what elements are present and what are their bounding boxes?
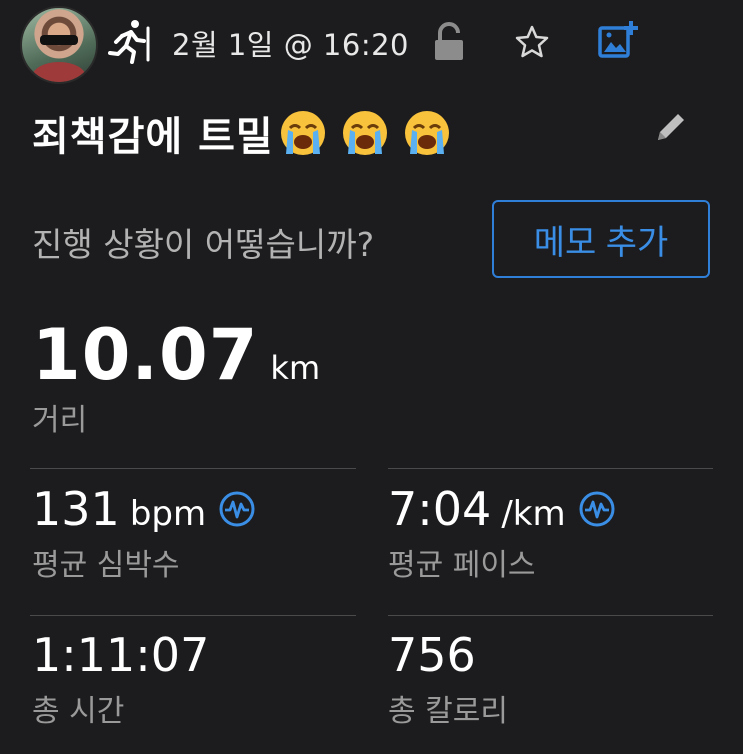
heart-rate-icon[interactable] xyxy=(578,490,616,528)
activity-title: 죄책감에 트밀 xyxy=(32,114,274,160)
distance-unit: km xyxy=(270,349,321,387)
heart-rate-unit: bpm xyxy=(129,494,207,534)
avg-heart-rate-stat[interactable]: 131 bpm 평균 심박수 xyxy=(32,482,256,584)
calories-value: 756 xyxy=(388,628,476,682)
add-memo-button[interactable]: 메모 추가 xyxy=(492,200,710,278)
divider xyxy=(30,615,356,616)
heart-rate-value: 131 xyxy=(32,482,120,536)
distance-stat: 10.07 km xyxy=(32,314,320,396)
activity-datetime: 2월 1일 @ 16:20 xyxy=(172,28,409,62)
total-time-stat[interactable]: 1:11:07 총 시간 xyxy=(32,628,209,730)
emoji-group xyxy=(278,108,452,158)
avg-pace-stat[interactable]: 7:04 /km 평균 페이스 xyxy=(388,482,616,584)
activity-title-row: 죄책감에 트밀 xyxy=(32,104,452,162)
pace-value: 7:04 xyxy=(388,482,492,536)
heart-rate-label: 평균 심박수 xyxy=(32,548,180,583)
pace-unit: /km xyxy=(501,494,566,534)
calories-label: 총 칼로리 xyxy=(388,694,508,729)
divider xyxy=(388,615,713,616)
pace-label: 평균 페이스 xyxy=(388,548,536,583)
heart-rate-icon[interactable] xyxy=(218,490,256,528)
divider xyxy=(388,468,713,469)
star-icon[interactable] xyxy=(514,24,550,60)
distance-value: 10.07 xyxy=(32,314,259,396)
user-avatar[interactable] xyxy=(20,6,98,84)
total-calories-stat[interactable]: 756 총 칼로리 xyxy=(388,628,508,730)
total-time-value: 1:11:07 xyxy=(32,628,210,682)
total-time-label: 총 시간 xyxy=(32,694,125,729)
crying-face-icon xyxy=(404,111,449,155)
distance-label: 거리 xyxy=(32,403,88,438)
edit-pencil-icon[interactable] xyxy=(652,108,690,146)
progress-question: 진행 상황이 어떻습니까? xyxy=(32,225,375,264)
running-icon xyxy=(108,20,150,64)
crying-face-icon xyxy=(342,111,387,155)
unlock-icon[interactable] xyxy=(432,22,466,62)
divider xyxy=(30,468,356,469)
crying-face-icon xyxy=(280,111,325,155)
add-photo-icon[interactable] xyxy=(598,20,638,58)
